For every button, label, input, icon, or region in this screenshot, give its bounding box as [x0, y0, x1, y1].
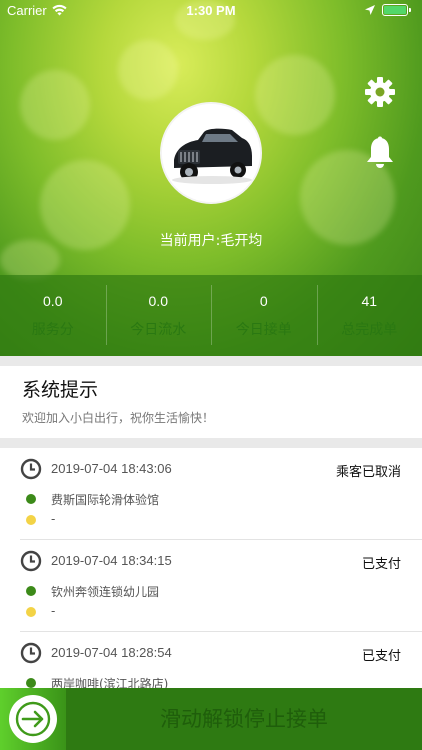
notice-title: 系统提示 — [22, 379, 99, 401]
bell-icon[interactable] — [365, 136, 395, 170]
stat-value: 0 — [259, 293, 268, 309]
bokeh-decoration — [118, 40, 178, 100]
slider-label: 滑动解锁停止接单 — [160, 707, 328, 731]
stat-service-score[interactable]: 0.0 服务分 — [0, 275, 106, 356]
stat-total-completed[interactable]: 41 总完成单 — [316, 275, 422, 356]
clock-icon — [20, 642, 42, 664]
stat-label: 今日流水 — [130, 322, 187, 338]
stat-label: 服务分 — [31, 322, 74, 338]
stat-value: 0.0 — [43, 293, 63, 309]
stat-label: 今日接单 — [235, 322, 292, 338]
clock-icon — [20, 458, 42, 480]
order-end-location: - — [51, 512, 56, 526]
order-time: 2019-07-04 18:43:06 — [51, 461, 172, 476]
order-time: 2019-07-04 18:28:54 — [51, 645, 172, 660]
slide-to-stop-taking-orders[interactable]: 滑动解锁停止接单 — [0, 688, 422, 750]
stat-label: 总完成单 — [341, 322, 398, 338]
location-arrow-icon — [365, 5, 375, 15]
current-user-label: 当前用户:毛开均 — [159, 233, 263, 249]
end-point-dot — [26, 607, 36, 617]
car-photo-icon — [162, 104, 260, 202]
bokeh-decoration — [255, 55, 335, 135]
profile-header: Carrier 1:30 PM 当前用户:毛开均 0.0 服务分 0.0 今日流… — [0, 0, 422, 356]
gear-icon[interactable] — [364, 76, 396, 108]
status-bar: Carrier 1:30 PM — [0, 0, 422, 22]
end-point-dot — [26, 515, 36, 525]
order-status: 已支付 — [361, 649, 401, 664]
order-start-location: 钦州奔领连锁幼儿园 — [51, 585, 160, 599]
start-point-dot — [26, 494, 36, 504]
battery-icon — [382, 4, 411, 16]
order-status: 乘客已取消 — [335, 465, 401, 480]
clock-icon — [20, 550, 42, 572]
avatar[interactable] — [160, 102, 262, 204]
notice-message: 欢迎加入小白出行，祝你生活愉快！ — [22, 411, 215, 425]
order-time: 2019-07-04 18:34:15 — [51, 553, 172, 568]
stat-value: 41 — [361, 293, 378, 309]
arrow-right-icon — [15, 701, 51, 737]
stat-today-revenue[interactable]: 0.0 今日流水 — [105, 275, 212, 356]
order-list-item[interactable]: 2019-07-04 18:34:15 已支付 钦州奔领连锁幼儿园 - — [20, 540, 422, 632]
stats-bar: 0.0 服务分 0.0 今日流水 0 今日接单 41 总完成单 — [0, 275, 422, 356]
order-end-location: - — [51, 604, 56, 618]
stat-today-orders[interactable]: 0 今日接单 — [211, 275, 317, 356]
bokeh-decoration — [20, 70, 90, 140]
order-start-location: 费斯国际轮滑体验馆 — [51, 493, 160, 507]
system-notice-card: 系统提示 欢迎加入小白出行，祝你生活愉快！ — [0, 366, 422, 438]
order-status: 已支付 — [361, 557, 401, 572]
start-point-dot — [26, 678, 36, 688]
stat-value: 0.0 — [148, 293, 168, 309]
clock-time: 1:30 PM — [186, 3, 236, 18]
start-point-dot — [26, 586, 36, 596]
slider-knob[interactable] — [9, 695, 57, 743]
order-list-item[interactable]: 2019-07-04 18:43:06 乘客已取消 费斯国际轮滑体验馆 - — [20, 448, 422, 540]
